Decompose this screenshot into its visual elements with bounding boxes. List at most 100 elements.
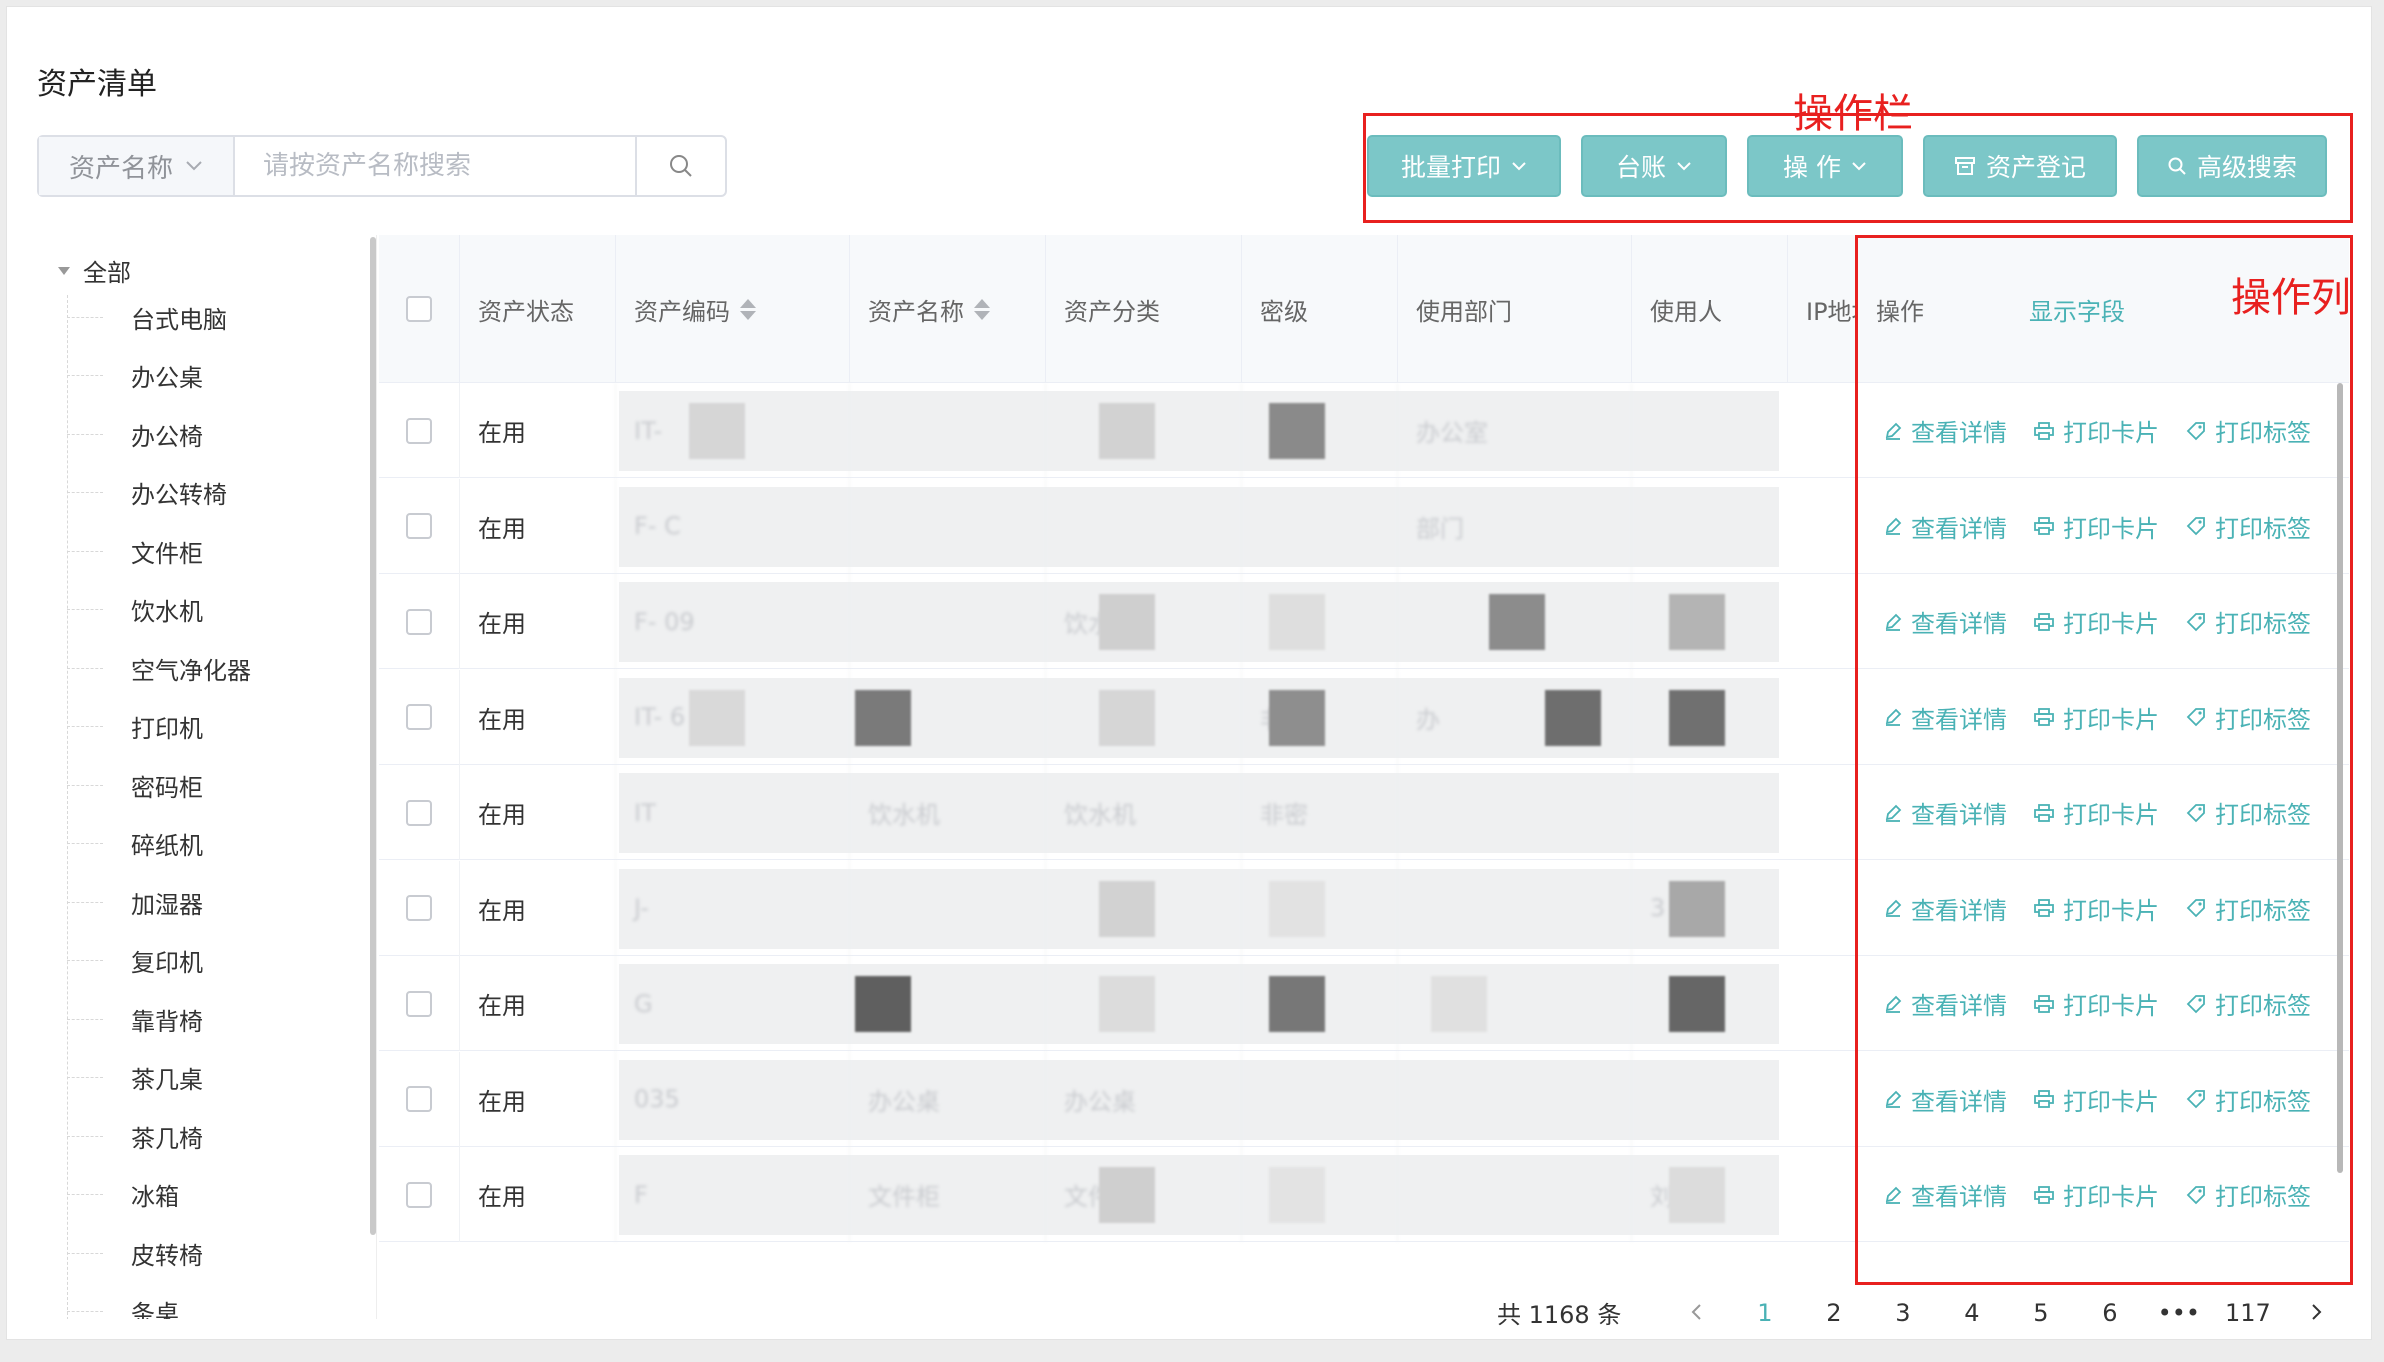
cell-status: 在用: [459, 860, 615, 956]
cell-status: 在用: [459, 765, 615, 860]
redaction-block: [1669, 880, 1725, 937]
pagination-total: 共 1168 条: [1497, 1301, 1622, 1329]
tree-item[interactable]: 密码柜: [67, 765, 203, 805]
redaction-block: [1099, 976, 1155, 1032]
cell-name: [849, 574, 1045, 669]
tree-item-label: 办公椅: [131, 422, 203, 451]
tree-branch-line: [67, 1252, 103, 1254]
row-checkbox[interactable]: [406, 990, 432, 1017]
cell-dept: [1397, 1147, 1631, 1242]
redaction-block: [1269, 594, 1325, 650]
row-checkbox[interactable]: [406, 1181, 432, 1208]
cell-status: 在用: [459, 478, 615, 574]
cell-name: 饮水机: [849, 765, 1045, 860]
tree-item-label: 茶几椅: [131, 1124, 203, 1153]
tree-branch-line: [67, 843, 103, 844]
tree-item[interactable]: 茶几桌: [67, 1058, 203, 1098]
tree-item[interactable]: 办公椅: [67, 414, 203, 454]
page-number[interactable]: 3: [1868, 1299, 1937, 1327]
tree-item[interactable]: 冰箱: [67, 1175, 179, 1215]
tree-item[interactable]: 皮转椅: [67, 1233, 203, 1273]
redaction-block: [1099, 594, 1155, 650]
redaction-block: [1669, 689, 1725, 746]
tree-item-label: 皮转椅: [131, 1241, 203, 1270]
sort-icon[interactable]: [740, 298, 756, 320]
cell-dept: [1397, 1051, 1631, 1147]
redaction-block: [855, 689, 911, 746]
tree-item[interactable]: 复印机: [67, 941, 203, 981]
row-select-cell: [379, 479, 459, 574]
page-number[interactable]: 5: [2006, 1299, 2075, 1327]
tree-branch-line: [67, 1018, 103, 1020]
cell-user: [1631, 1051, 1787, 1147]
sort-icon[interactable]: [974, 298, 990, 320]
page-number[interactable]: 2: [1799, 1299, 1868, 1327]
page-number[interactable]: 117: [2213, 1299, 2282, 1327]
tree-item[interactable]: 条桌: [67, 1292, 179, 1319]
cell-status: 在用: [459, 956, 615, 1051]
search-button[interactable]: [635, 137, 725, 195]
column-header-ip: IP地址: [1787, 235, 1857, 383]
page-title: 资产清单: [37, 67, 157, 102]
tree-item[interactable]: 办公转椅: [67, 473, 227, 513]
cell-dept: [1397, 860, 1631, 956]
search-field-select[interactable]: 资产名称: [39, 137, 235, 195]
redaction-block: [689, 403, 745, 459]
page-number[interactable]: 4: [1937, 1299, 2006, 1327]
cell-code: IT: [615, 765, 849, 860]
next-page-button[interactable]: [2282, 1299, 2351, 1327]
category-tree: 全部 台式电脑办公桌办公椅办公转椅文件柜饮水机空气净化器打印机密码柜碎纸机加湿器…: [37, 235, 377, 1319]
select-all-checkbox[interactable]: [406, 296, 432, 322]
tree-item[interactable]: 台式电脑: [67, 297, 227, 337]
asset-list-page: 资产清单 资产名称 批量打印 台账 操 作 资产登记 高: [6, 6, 2372, 1340]
prev-page-button[interactable]: [1661, 1299, 1730, 1327]
row-select-cell: [379, 765, 459, 860]
page-number[interactable]: 6: [2075, 1299, 2144, 1327]
tree-branch-line: [67, 1135, 103, 1137]
tree-item[interactable]: 加湿器: [67, 882, 203, 922]
cell-status: 在用: [459, 1147, 615, 1242]
redaction-block: [1669, 1167, 1725, 1223]
row-checkbox[interactable]: [406, 799, 432, 826]
tree-item-label: 空气净化器: [131, 656, 251, 685]
tree-item[interactable]: 空气净化器: [67, 648, 251, 688]
cell-user: [1631, 765, 1787, 860]
redaction-block: [1269, 689, 1325, 746]
tree-branch-line: [67, 433, 103, 435]
tree-item-label: 加湿器: [131, 890, 203, 919]
tree-root[interactable]: 全部: [57, 253, 131, 288]
tree-branch-line: [67, 1194, 103, 1195]
column-header-name[interactable]: 资产名称: [849, 235, 1045, 383]
column-header-secret: 密级: [1241, 235, 1397, 383]
row-select-cell: [379, 574, 459, 669]
more-pages-button[interactable]: •••: [2144, 1299, 2213, 1327]
column-header-code[interactable]: 资产编码: [615, 235, 849, 383]
search-input[interactable]: [235, 137, 635, 195]
cell-status: 在用: [459, 574, 615, 669]
tree-item[interactable]: 靠背椅: [67, 999, 203, 1039]
tree-item[interactable]: 打印机: [67, 707, 203, 747]
row-checkbox[interactable]: [406, 1086, 432, 1112]
redaction-block: [1669, 976, 1725, 1032]
row-select-cell: [379, 670, 459, 765]
cell-code: F- C: [615, 478, 849, 574]
redaction-block: [1099, 1167, 1155, 1223]
row-checkbox[interactable]: [406, 704, 432, 730]
pagination: 共 1168 条 1 2 3 4 5 6 ••• 117: [1497, 1295, 2351, 1330]
page-number[interactable]: 1: [1730, 1299, 1799, 1327]
tree-item[interactable]: 茶几椅: [67, 1116, 203, 1156]
cell-code: F- 09: [615, 574, 849, 669]
tree-item-label: 茶几桌: [131, 1066, 203, 1094]
cell-name: [849, 478, 1045, 574]
row-checkbox[interactable]: [406, 608, 432, 635]
tree-scrollbar[interactable]: [370, 237, 376, 1235]
row-checkbox[interactable]: [406, 895, 432, 921]
search-bar: 资产名称: [37, 135, 727, 197]
tree-item[interactable]: 饮水机: [67, 590, 203, 630]
tree-item[interactable]: 文件柜: [67, 531, 203, 571]
row-checkbox[interactable]: [406, 513, 432, 539]
cell-status: 在用: [459, 383, 615, 478]
tree-item[interactable]: 办公桌: [67, 356, 203, 396]
row-checkbox[interactable]: [406, 417, 432, 444]
tree-item[interactable]: 碎纸机: [67, 824, 203, 864]
